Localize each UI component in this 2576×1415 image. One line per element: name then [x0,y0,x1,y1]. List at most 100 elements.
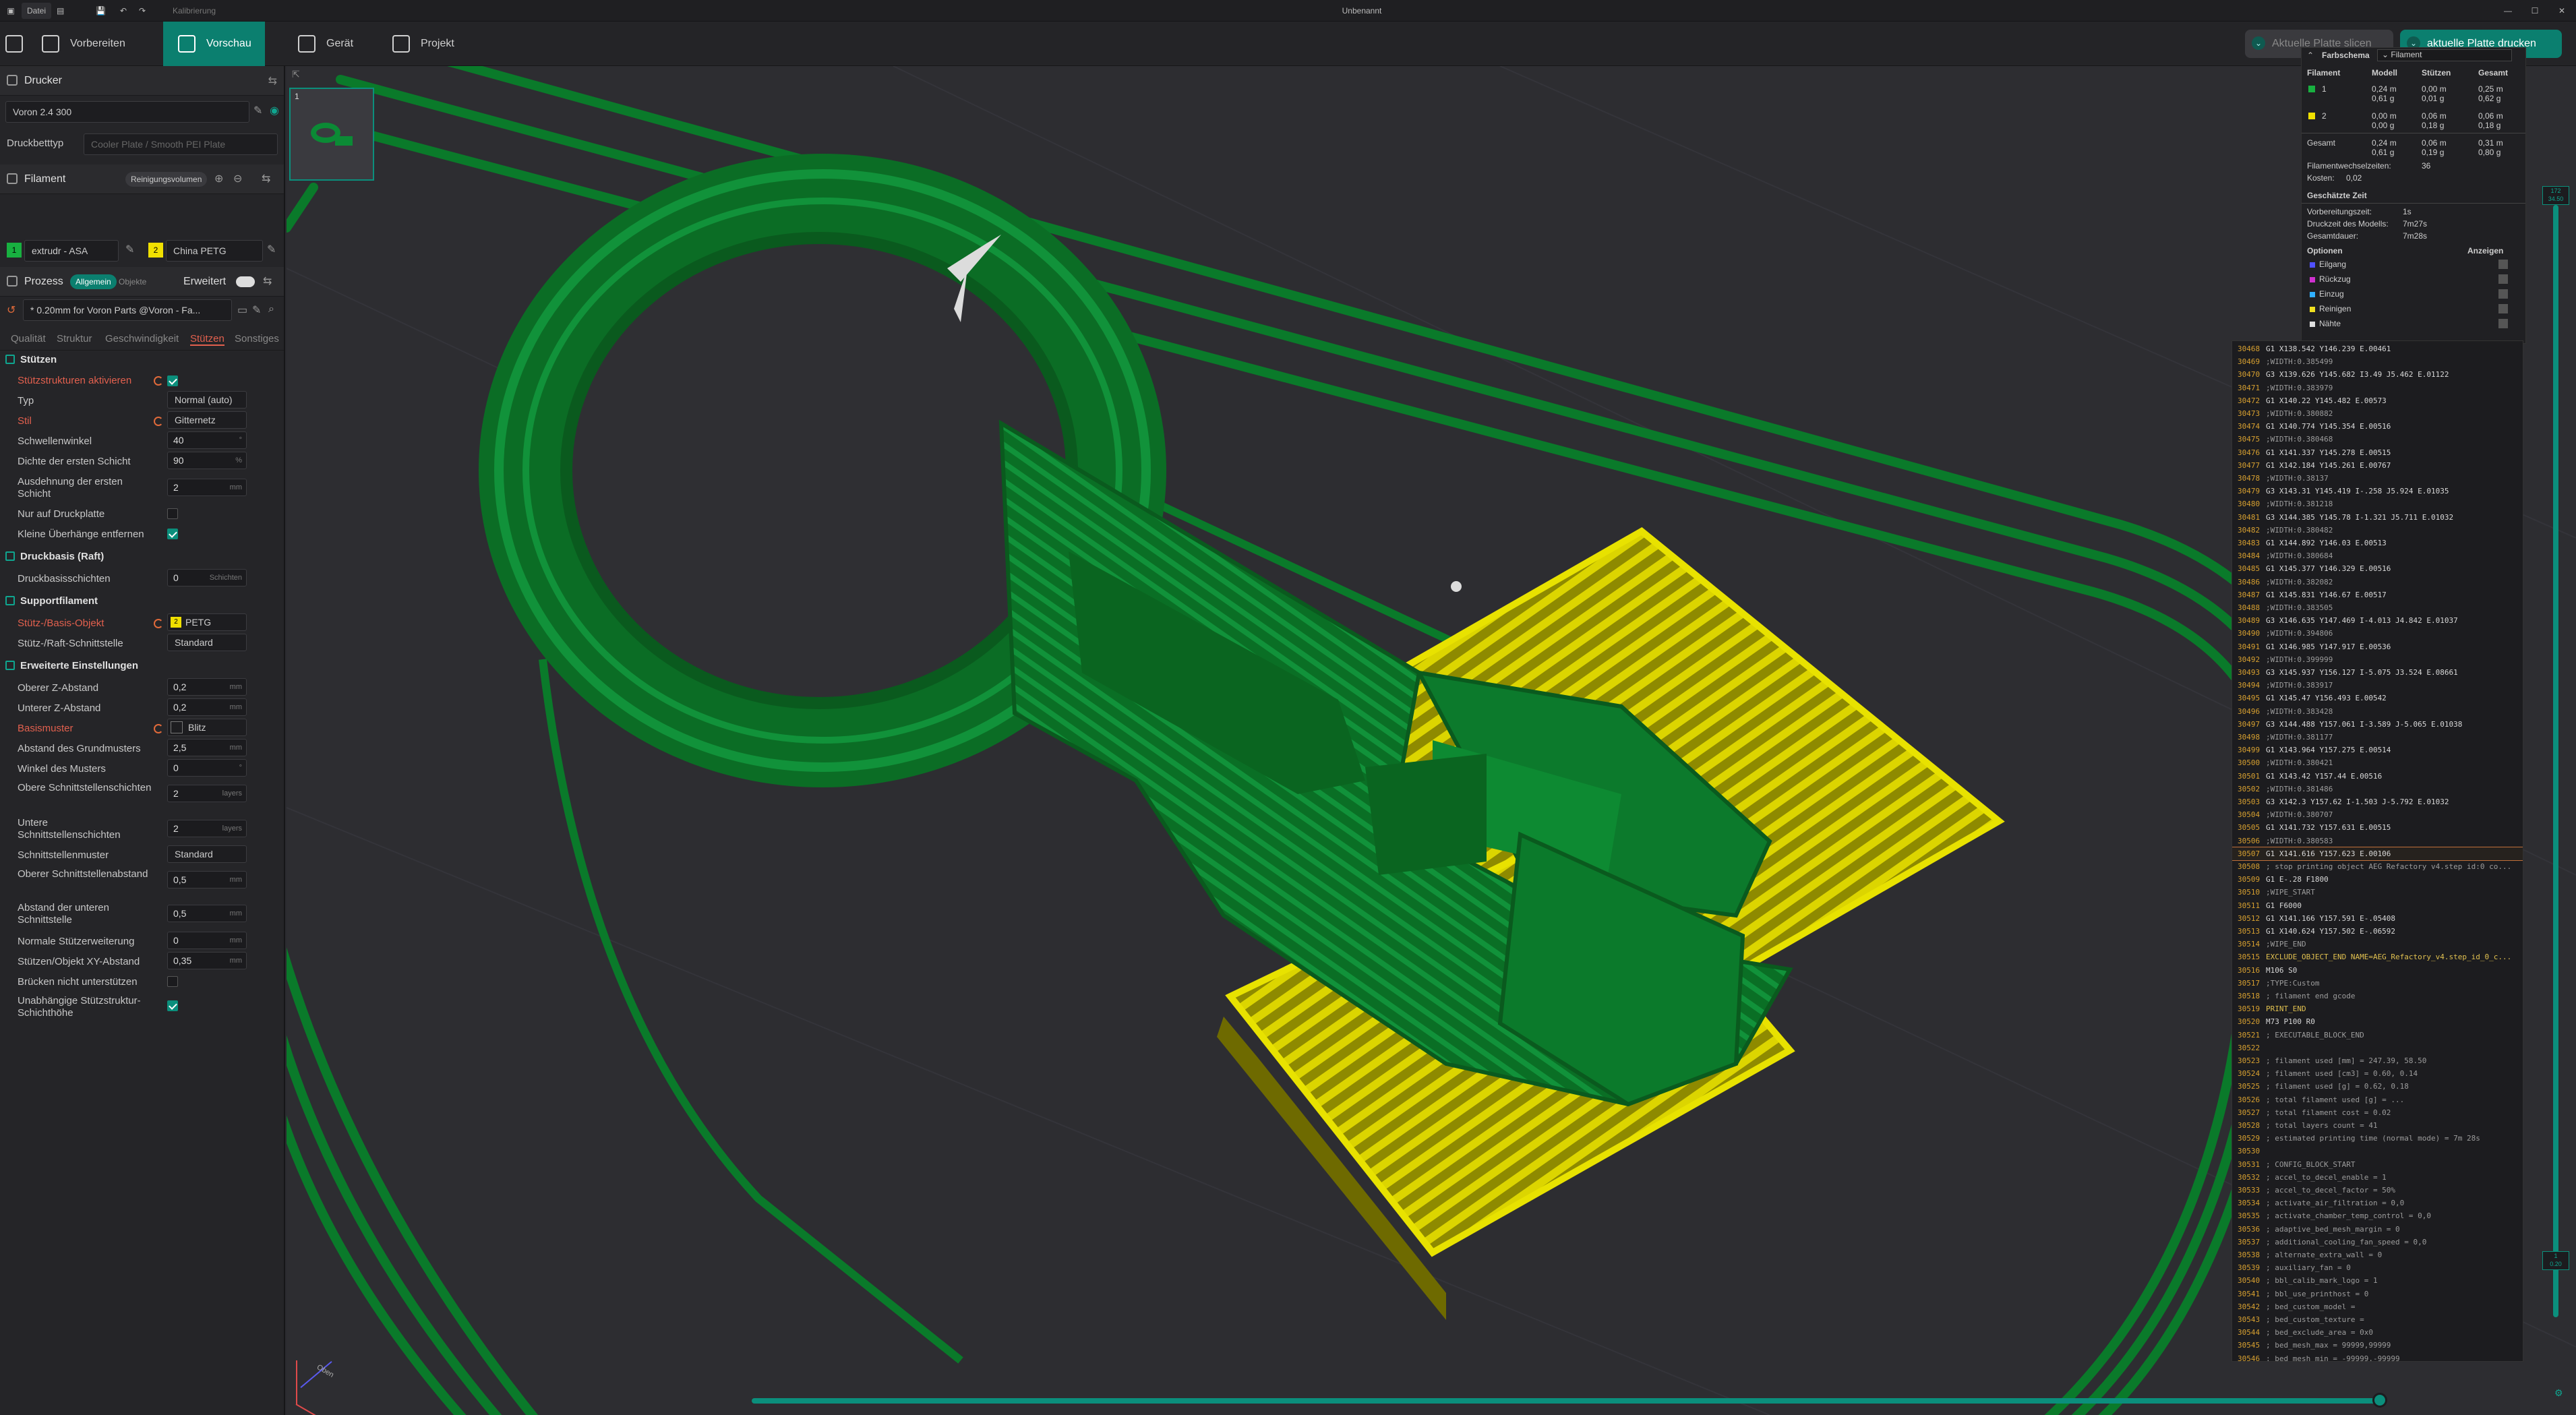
edit-icon[interactable]: ✎ [125,243,134,256]
gcode-line[interactable]: 30480 ;WIDTH:0.381218 [2232,498,2523,510]
xy-distance-input[interactable]: 0,35 mm [167,952,247,969]
gcode-line[interactable]: 30479 G3 X143.31 Y145.419 I-.258 J5.924 E… [2232,485,2523,498]
pattern-angle-input[interactable]: 0 ° [167,759,247,777]
base-spacing-input[interactable]: 2,5 mm [167,739,247,756]
settings-icon[interactable]: ⇆ [268,74,277,88]
gcode-line[interactable]: 30533 ; accel_to_decel_factor = 50% [2232,1184,2523,1197]
gcode-line[interactable]: 30532 ; accel_to_decel_enable = 1 [2232,1171,2523,1184]
option-retract-checkbox[interactable] [2498,274,2508,284]
gcode-line[interactable]: 30471 ;WIDTH:0.383979 [2232,382,2523,394]
gcode-line[interactable]: 30504 ;WIDTH:0.380707 [2232,808,2523,821]
base-pattern-select[interactable]: Blitz [167,719,247,736]
gcode-line[interactable]: 30499 G1 X143.964 Y157.275 E.00514 [2232,744,2523,756]
tab-preview[interactable]: Vorschau [163,22,265,66]
gcode-line[interactable]: 30490 ;WIDTH:0.394806 [2232,627,2523,640]
gcode-viewer[interactable]: 30468 G1 X138.542 Y146.239 E.00461 30469 ;W… [2231,340,2523,1362]
gcode-line[interactable]: 30515 EXCLUDE_OBJECT_END NAME=AEG_Refacto… [2232,951,2523,963]
gcode-line[interactable]: 30517 ;TYPE:Custom [2232,977,2523,990]
printer-select[interactable]: Voron 2.4 300 [5,101,249,123]
support-interface-filament-select[interactable]: Standard [167,634,247,651]
support-base-filament-select[interactable]: 2 PETG [167,613,247,631]
subtab-others[interactable]: Sonstiges [235,333,279,344]
gcode-line[interactable]: 30522 [2232,1042,2523,1054]
save-preset-icon[interactable]: ▭ [237,303,247,317]
gcode-line[interactable]: 30468 G1 X138.542 Y146.239 E.00461 [2232,342,2523,355]
collapse-icon[interactable]: ⌃ [2307,51,2314,60]
subtab-speed[interactable]: Geschwindigkeit [105,333,179,344]
gcode-line[interactable]: 30475 ;WIDTH:0.380468 [2232,433,2523,446]
gcode-line[interactable]: 30530 [2232,1145,2523,1157]
collapse-icon[interactable]: ⇱ [292,69,300,80]
color-scheme-select[interactable]: ⌄ Filament [2377,49,2512,61]
gcode-line[interactable]: 30476 G1 X141.337 Y145.278 E.00515 [2232,446,2523,459]
gcode-line[interactable]: 30520 M73 P100 R0 [2232,1015,2523,1028]
tab-global[interactable]: Allgemein [70,274,117,289]
top-z-distance-input[interactable]: 0,2 mm [167,678,247,696]
gcode-line[interactable]: 30523 ; filament used [mm] = 247.39, 58.5… [2232,1054,2523,1067]
gcode-line[interactable]: 30497 G3 X144.488 Y157.061 I-3.589 J-5.06… [2232,718,2523,731]
edit-icon[interactable]: ✎ [252,303,261,317]
gcode-line[interactable]: 30473 ;WIDTH:0.380882 [2232,407,2523,420]
option-unretract-checkbox[interactable] [2498,289,2508,299]
filament-1-select[interactable]: extrudr - ASA [24,240,119,262]
normal-expansion-input[interactable]: 0 mm [167,932,247,949]
gcode-line[interactable]: 30508 ; stop printing object AEG Refactor… [2232,860,2523,873]
gcode-line[interactable]: 30525 ; filament used [g] = 0.62, 0.18 [2232,1080,2523,1093]
gcode-line[interactable]: 30489 G3 X146.635 Y147.469 I-4.013 J4.842… [2232,614,2523,627]
sync-icon[interactable]: ⇆ [262,172,270,185]
gcode-line[interactable]: 30509 G1 E-.28 F1800 [2232,873,2523,886]
gcode-line[interactable]: 30510 ;WIPE_START [2232,886,2523,899]
bottom-z-distance-input[interactable]: 0,2 mm [167,698,247,716]
gcode-line[interactable]: 30545 ; bed_mesh_max = 99999,99999 [2232,1339,2523,1352]
remove-filament-icon[interactable]: ⊖ [233,172,242,185]
gcode-line[interactable]: 30529 ; estimated printing time (normal m… [2232,1132,2523,1145]
file-menu[interactable]: Datei [22,3,52,19]
layer-slider-track[interactable] [2553,205,2558,1317]
gcode-line[interactable]: 30486 ;WIDTH:0.382082 [2232,576,2523,589]
filament-2-select[interactable]: China PETG [166,240,263,262]
wifi-icon[interactable]: ◉ [270,104,279,117]
gcode-line[interactable]: 30500 ;WIDTH:0.380421 [2232,756,2523,769]
gcode-line[interactable]: 30546 ; bed_mesh_min = -99999,-99999 [2232,1352,2523,1361]
gcode-line[interactable]: 30496 ;WIDTH:0.383428 [2232,705,2523,718]
gcode-line[interactable]: 30514 ;WIPE_END [2232,938,2523,951]
option-seams-checkbox[interactable] [2498,319,2508,328]
gcode-line[interactable]: 30495 G1 X145.47 Y156.493 E.00542 [2232,692,2523,704]
tab-project[interactable]: Projekt [378,22,468,66]
reset-icon[interactable] [154,376,163,386]
option-wipe-checkbox[interactable] [2498,304,2508,313]
gcode-line[interactable]: 30472 G1 X140.22 Y145.482 E.00573 [2232,394,2523,407]
gcode-line[interactable]: 30506 ;WIDTH:0.380583 [2232,835,2523,847]
build-plate-only-checkbox[interactable] [167,508,178,519]
advanced-toggle[interactable] [236,276,255,287]
gcode-line[interactable]: 30521 ; EXECUTABLE_BLOCK_END [2232,1029,2523,1042]
reset-icon[interactable] [154,619,163,628]
gcode-line[interactable]: 30487 G1 X145.831 Y146.67 E.00517 [2232,589,2523,601]
gcode-line[interactable]: 30526 ; total filament used [g] = ... [2232,1093,2523,1106]
subtab-supports[interactable]: Stützen [190,333,224,346]
first-layer-density-input[interactable]: 90% [167,452,247,469]
gcode-line[interactable]: 30469 ;WIDTH:0.385499 [2232,355,2523,368]
move-slider-track[interactable] [752,1398,2376,1404]
gcode-line[interactable]: 30512 G1 X141.166 Y157.591 E-.05408 [2232,912,2523,925]
reset-icon[interactable]: ↺ [7,303,16,317]
option-travel-checkbox[interactable] [2498,260,2508,269]
gcode-line[interactable]: 30518 ; filament end gcode [2232,990,2523,1002]
gcode-line[interactable]: 30507 G1 X141.616 Y157.623 E.00106 [2232,846,2523,861]
gcode-line[interactable]: 30481 G3 X144.385 Y145.78 I-1.321 J5.711 … [2232,511,2523,524]
gcode-line[interactable]: 30498 ;WIDTH:0.381177 [2232,731,2523,744]
compare-icon[interactable]: ⇆ [263,274,272,288]
gcode-line[interactable]: 30542 ; bed_custom_model = [2232,1300,2523,1313]
gcode-line[interactable]: 30492 ;WIDTH:0.399999 [2232,653,2523,666]
cleaning-volume-button[interactable]: Reinigungsvolumen [125,172,208,187]
printer-section-header[interactable]: Drucker ⇆ [0,66,284,96]
minimize-button[interactable]: — [2500,3,2516,19]
gcode-line[interactable]: 30535 ; activate_chamber_temp_control = 0… [2232,1209,2523,1222]
subtab-quality[interactable]: Qualität [11,333,46,344]
process-section-header[interactable]: Prozess Allgemein Objekte Erweitert ⇆ [0,267,284,297]
gcode-line[interactable]: 30501 G1 X143.42 Y157.44 E.00516 [2232,770,2523,783]
search-icon[interactable]: ⌕ [268,303,274,315]
gcode-line[interactable]: 30539 ; auxiliary_fan = 0 [2232,1261,2523,1274]
gcode-line[interactable]: 30483 G1 X144.892 Y146.03 E.00513 [2232,537,2523,549]
remove-small-overhangs-checkbox[interactable] [167,529,178,539]
